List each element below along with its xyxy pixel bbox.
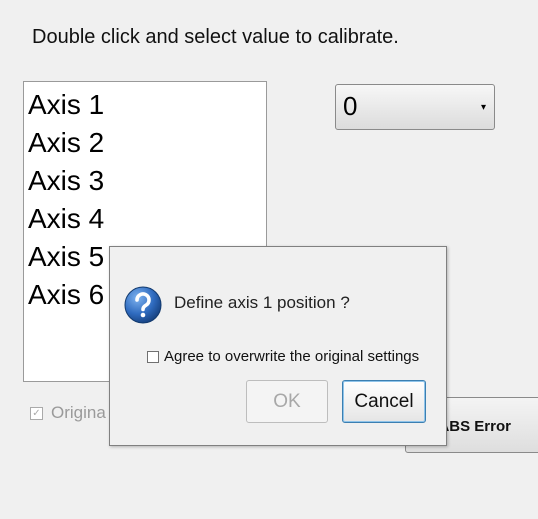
dialog-question: Define axis 1 position ? xyxy=(174,293,350,312)
help-icon xyxy=(124,286,162,324)
axis-list-item[interactable]: Axis 4 xyxy=(24,200,266,238)
agree-checkbox-label[interactable]: Agree to overwrite the original settings xyxy=(164,348,419,365)
value-dropdown-selected: 0 xyxy=(343,91,358,121)
axis-list-item[interactable]: Axis 3 xyxy=(24,162,266,200)
ok-button[interactable]: OK xyxy=(246,380,328,423)
axis-list-item[interactable]: Axis 2 xyxy=(24,124,266,162)
value-dropdown[interactable]: 0 ▾ xyxy=(335,84,495,130)
confirm-dialog: Define axis 1 position ? Agree to overwr… xyxy=(109,246,447,446)
agree-checkbox[interactable] xyxy=(147,350,159,363)
axis-list-item[interactable]: Axis 1 xyxy=(24,86,266,124)
chevron-down-icon: ▾ xyxy=(480,102,486,113)
agree-checkbox-row[interactable]: Agree to overwrite the original settings xyxy=(147,348,419,365)
original-checkbox-row: ✓ Origina xyxy=(30,403,106,423)
original-checkbox-label: Origina xyxy=(51,403,106,422)
instruction-text: Double click and select value to calibra… xyxy=(32,26,399,48)
original-checkbox: ✓ xyxy=(30,406,43,420)
cancel-button[interactable]: Cancel xyxy=(342,380,426,423)
